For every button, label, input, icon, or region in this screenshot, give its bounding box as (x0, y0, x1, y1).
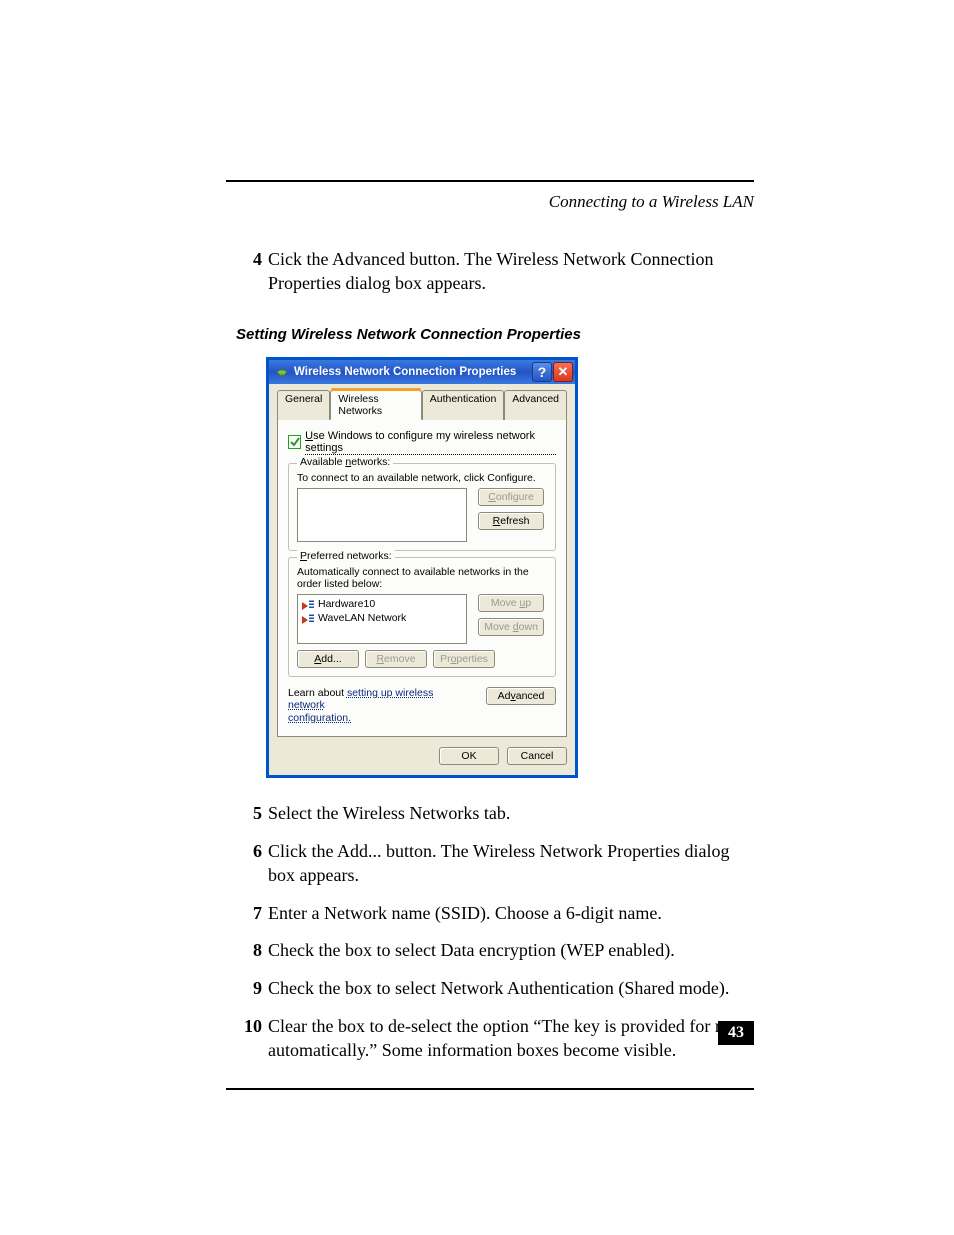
remove-button[interactable]: Remove (365, 650, 427, 668)
figure-caption: Setting Wireless Network Connection Prop… (236, 326, 754, 343)
tab-authentication[interactable]: Authentication (422, 390, 505, 420)
step-text: Enter a Network name (SSID). Choose a 6-… (268, 902, 754, 926)
close-icon: ✕ (558, 364, 569, 380)
step-text: Check the box to select Network Authenti… (268, 977, 754, 1001)
ok-button[interactable]: OK (439, 747, 499, 765)
learn-link[interactable]: configuration. (288, 712, 351, 724)
tab-strip: General Wireless Networks Authentication… (277, 390, 567, 420)
refresh-button[interactable]: Refresh (478, 512, 544, 530)
step-number: 10 (226, 1015, 268, 1063)
step-number: 5 (226, 802, 268, 826)
available-legend: Available networks: (297, 456, 393, 468)
checkbox-checked-icon (288, 435, 301, 449)
use-windows-checkbox-row[interactable]: Use Windows to configure my wireless net… (288, 430, 556, 455)
available-hint: To connect to an available network, clic… (297, 472, 547, 484)
properties-button[interactable]: Properties (433, 650, 495, 668)
available-networks-group: Available networks: To connect to an ava… (288, 463, 556, 551)
dialog-title: Wireless Network Connection Properties (294, 366, 516, 378)
step-item: 4 Cick the Advanced button. The Wireless… (226, 248, 754, 296)
step-number: 7 (226, 902, 268, 926)
tab-general[interactable]: General (277, 390, 330, 420)
step-number: 6 (226, 840, 268, 888)
available-networks-list[interactable] (297, 488, 467, 542)
step-text: Cick the Advanced button. The Wireless N… (268, 248, 754, 296)
step-text: Click the Add... button. The Wireless Ne… (268, 840, 754, 888)
dialog-body: General Wireless Networks Authentication… (269, 384, 575, 776)
preferred-legend: Preferred networks: (297, 550, 395, 562)
help-button[interactable]: ? (532, 362, 552, 382)
step-number: 9 (226, 977, 268, 1001)
running-header: Connecting to a Wireless LAN (226, 192, 754, 212)
page-number: 43 (718, 1021, 754, 1045)
top-rule (226, 180, 754, 182)
use-windows-label: Use Windows to configure my wireless net… (305, 430, 556, 455)
list-item[interactable]: WaveLAN Network (300, 611, 464, 625)
move-down-button[interactable]: Move down (478, 618, 544, 636)
preferred-networks-group: Preferred networks: Automatically connec… (288, 557, 556, 677)
learn-text: Learn about setting up wireless networkc… (288, 687, 463, 725)
wireless-icon (275, 365, 289, 379)
step-number: 4 (226, 248, 268, 296)
dialog-titlebar[interactable]: Wireless Network Connection Properties ?… (269, 360, 575, 384)
step-item: 7 Enter a Network name (SSID). Choose a … (226, 902, 754, 926)
step-text: Clear the box to de-select the option “T… (268, 1015, 754, 1063)
preferred-networks-list[interactable]: Hardware10 WaveLAN Network (297, 594, 467, 644)
help-icon: ? (538, 364, 547, 380)
step-item: 9 Check the box to select Network Authen… (226, 977, 754, 1001)
network-icon (302, 613, 314, 623)
step-item: 5 Select the Wireless Networks tab. (226, 802, 754, 826)
move-up-button[interactable]: Move up (478, 594, 544, 612)
tab-panel: Use Windows to configure my wireless net… (277, 419, 567, 738)
tab-wireless-networks[interactable]: Wireless Networks (330, 390, 421, 420)
list-item[interactable]: Hardware10 (300, 597, 464, 611)
bottom-rule (226, 1088, 754, 1090)
step-item: 6 Click the Add... button. The Wireless … (226, 840, 754, 888)
network-icon (302, 599, 314, 609)
cancel-button[interactable]: Cancel (507, 747, 567, 765)
step-item: 10 Clear the box to de-select the option… (226, 1015, 754, 1063)
step-text: Check the box to select Data encryption … (268, 939, 754, 963)
learn-row: Learn about setting up wireless networkc… (288, 687, 556, 725)
preferred-hint: Automatically connect to available netwo… (297, 566, 547, 590)
close-button[interactable]: ✕ (553, 362, 573, 382)
tab-advanced[interactable]: Advanced (504, 390, 567, 420)
advanced-button[interactable]: Advanced (486, 687, 556, 705)
step-text: Select the Wireless Networks tab. (268, 802, 754, 826)
step-item: 8 Check the box to select Data encryptio… (226, 939, 754, 963)
dialog-footer: OK Cancel (277, 747, 567, 765)
properties-dialog: Wireless Network Connection Properties ?… (266, 357, 578, 779)
configure-button[interactable]: Configure (478, 488, 544, 506)
add-button[interactable]: Add... (297, 650, 359, 668)
step-number: 8 (226, 939, 268, 963)
document-page: Connecting to a Wireless LAN 4 Cick the … (0, 0, 954, 1235)
